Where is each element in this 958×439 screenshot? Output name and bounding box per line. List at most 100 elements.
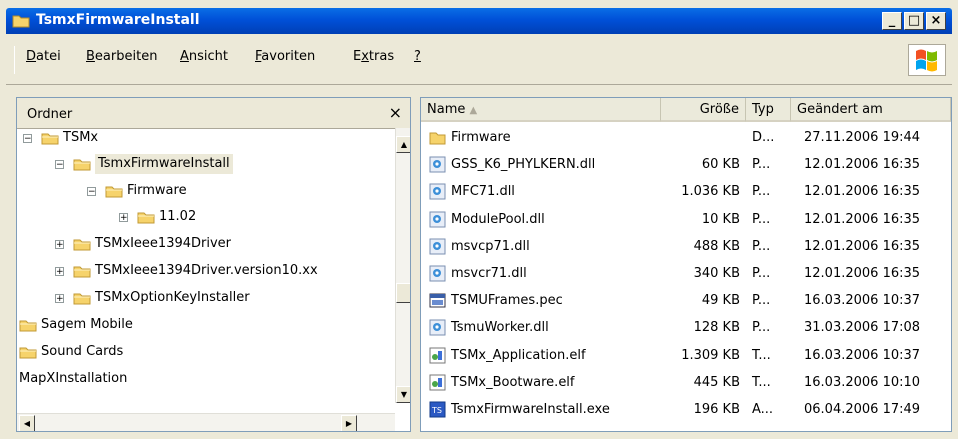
file-size: 1.036 KB: [681, 184, 740, 200]
tree-item-label: MapXInstallation: [19, 371, 128, 386]
file-name: TSMx_Application.elf: [451, 347, 586, 363]
pec-file-icon: [429, 293, 446, 308]
tree-item-tsmxoptionkeyinstaller[interactable]: + TSMxOptionKeyInstaller: [17, 288, 395, 308]
column-header-modified[interactable]: Geändert am: [791, 98, 951, 122]
scroll-left-button[interactable]: ◀: [19, 415, 35, 431]
title-bar[interactable]: TsmxFirmwareInstall _ □ ×: [6, 8, 952, 34]
menu-ansicht[interactable]: Ansicht: [180, 49, 228, 64]
tree-item-sagem-mobile[interactable]: Sagem Mobile: [17, 315, 395, 335]
menu-favoriten[interactable]: Favoriten: [255, 49, 315, 64]
file-row[interactable]: GSS_K6_PHYLKERN.dll 60 KB P... 12.01.2006 1…: [421, 153, 951, 176]
file-modified: 16.03.2006 10:37: [804, 347, 921, 363]
file-size: 445 KB: [693, 374, 740, 390]
tree-item-tsmxieee1394driver-version10[interactable]: + TSMxIeee1394Driver.version10.xx: [17, 261, 395, 281]
tree-item-mapxinstallation[interactable]: MapXInstallation: [17, 369, 395, 389]
menu-extras[interactable]: Extras: [353, 49, 394, 64]
file-modified: 27.11.2006 19:44: [804, 130, 921, 145]
tree-item-tsmxieee1394driver[interactable]: + TSMxIeee1394Driver: [17, 234, 395, 254]
folder-vertical-scrollbar[interactable]: ▲ ▼: [395, 128, 410, 403]
folder-icon: [19, 347, 37, 359]
file-row[interactable]: TS TsmxFirmwareInstall.exe 196 KB A... 06.04…: [421, 398, 951, 421]
file-row[interactable]: MFC71.dll 1.036 KB P... 12.01.2006 16:35: [421, 180, 951, 203]
menu-bearbeiten[interactable]: Bearbeiten: [86, 49, 157, 64]
maximize-button[interactable]: □: [904, 12, 924, 30]
file-modified: 16.03.2006 10:10: [804, 374, 921, 390]
folder-icon: [73, 159, 91, 171]
dll-file-icon: [429, 211, 446, 228]
tree-item-tsmxfirmwareinstall[interactable]: − TsmxFirmwareInstall: [17, 154, 395, 174]
column-header-size[interactable]: Größe: [661, 98, 746, 122]
folder-icon: [73, 293, 91, 305]
sort-ascending-icon: ▲: [469, 105, 478, 116]
folder-pane-close-icon[interactable]: ×: [389, 103, 402, 122]
file-type: T...: [752, 374, 771, 390]
file-modified: 12.01.2006 16:35: [804, 238, 921, 254]
scroll-thumb[interactable]: [396, 283, 410, 303]
file-size: 196 KB: [693, 402, 740, 417]
menu-datei[interactable]: Datei: [26, 49, 61, 64]
folder-pane-title: Ordner: [27, 107, 73, 122]
collapse-icon[interactable]: −: [23, 134, 32, 144]
menu-grip: [14, 46, 15, 74]
expand-icon[interactable]: +: [119, 213, 128, 223]
tree-item-label: TsmxFirmwareInstall: [95, 154, 233, 174]
file-type: P...: [752, 266, 771, 281]
tree-item-11-02[interactable]: +11.02: [17, 207, 395, 227]
minimize-button[interactable]: _: [882, 12, 902, 30]
file-modified: 12.01.2006 16:35: [804, 211, 921, 227]
file-name: MFC71.dll: [451, 184, 515, 200]
folder-icon: [73, 266, 91, 278]
expand-icon[interactable]: +: [55, 267, 64, 277]
file-row[interactable]: TsmuWorker.dll 128 KB P... 31.03.2006 17:08: [421, 316, 951, 339]
tree-item-label: 11.02: [159, 209, 197, 224]
expand-icon[interactable]: +: [55, 240, 64, 250]
column-header-type[interactable]: Typ: [746, 98, 791, 122]
file-name: GSS_K6_PHYLKERN.dll: [451, 157, 596, 173]
file-modified: 31.03.2006 17:08: [804, 320, 921, 336]
file-name: TSMUFrames.pec: [451, 293, 563, 309]
file-name: TsmuWorker.dll: [451, 320, 549, 336]
file-row[interactable]: TSMUFrames.pec 49 KB P... 16.03.2006 10:37: [421, 289, 951, 312]
file-row[interactable]: Firmware D... 27.11.2006 19:44: [421, 126, 951, 149]
scroll-up-button[interactable]: ▲: [396, 136, 410, 153]
scroll-down-button[interactable]: ▼: [396, 386, 410, 403]
file-row[interactable]: msvcr71.dll 340 KB P... 12.01.2006 16:35: [421, 262, 951, 285]
file-row[interactable]: TSMx_Bootware.elf 445 KB T... 16.03.2006 10…: [421, 371, 951, 394]
dll-file-icon: [429, 319, 446, 336]
file-modified: 12.01.2006 16:35: [804, 184, 921, 200]
exe-file-icon: TS: [429, 401, 446, 418]
file-row[interactable]: TSMx_Application.elf 1.309 KB T... 16.03.20…: [421, 344, 951, 367]
folder-file-icon: [429, 132, 446, 145]
tree-item-tsmx[interactable]: − TSMx: [17, 128, 395, 148]
file-row[interactable]: msvcp71.dll 488 KB P... 12.01.2006 16:35: [421, 235, 951, 258]
file-size: 1.309 KB: [681, 347, 740, 363]
tree-item-label: TSMxIeee1394Driver.version10.xx: [95, 263, 318, 278]
explorer-window: TsmxFirmwareInstall _ □ × Datei Bearbeit…: [0, 0, 958, 439]
folder-icon: [12, 15, 30, 28]
folder-icon: [105, 186, 123, 198]
scroll-right-button[interactable]: ▶: [341, 415, 357, 431]
tree-item-label: TSMxIeee1394Driver: [95, 236, 232, 251]
expand-icon[interactable]: +: [55, 294, 64, 304]
file-type: A...: [752, 402, 774, 417]
tree-item-firmware[interactable]: − Firmware: [17, 181, 395, 201]
file-modified: 12.01.2006 16:35: [804, 266, 921, 281]
file-row[interactable]: ModulePool.dll 10 KB P... 12.01.2006 16:35: [421, 208, 951, 231]
collapse-icon[interactable]: −: [55, 160, 64, 170]
file-size: 10 KB: [701, 211, 740, 227]
close-button[interactable]: ×: [926, 12, 946, 30]
tree-item-label: Sound Cards: [41, 344, 124, 359]
file-modified: 06.04.2006 17:49: [804, 402, 921, 417]
folder-tree-pane: Ordner × − TSMx − TsmxFirmwareInstall − Firmw…: [16, 97, 411, 432]
file-size: 128 KB: [693, 320, 740, 336]
column-header-name[interactable]: Name ▲: [421, 98, 661, 122]
folder-horizontal-scrollbar[interactable]: ◀ ▶: [17, 413, 395, 431]
file-name: ModulePool.dll: [451, 211, 545, 227]
file-type: P...: [752, 184, 771, 200]
file-name: msvcp71.dll: [451, 238, 530, 254]
menu-help[interactable]: ?: [414, 49, 421, 64]
file-type: P...: [752, 157, 771, 173]
collapse-icon[interactable]: −: [87, 187, 96, 197]
tree-item-sound-cards[interactable]: Sound Cards: [17, 342, 395, 362]
file-type: P...: [752, 293, 771, 309]
